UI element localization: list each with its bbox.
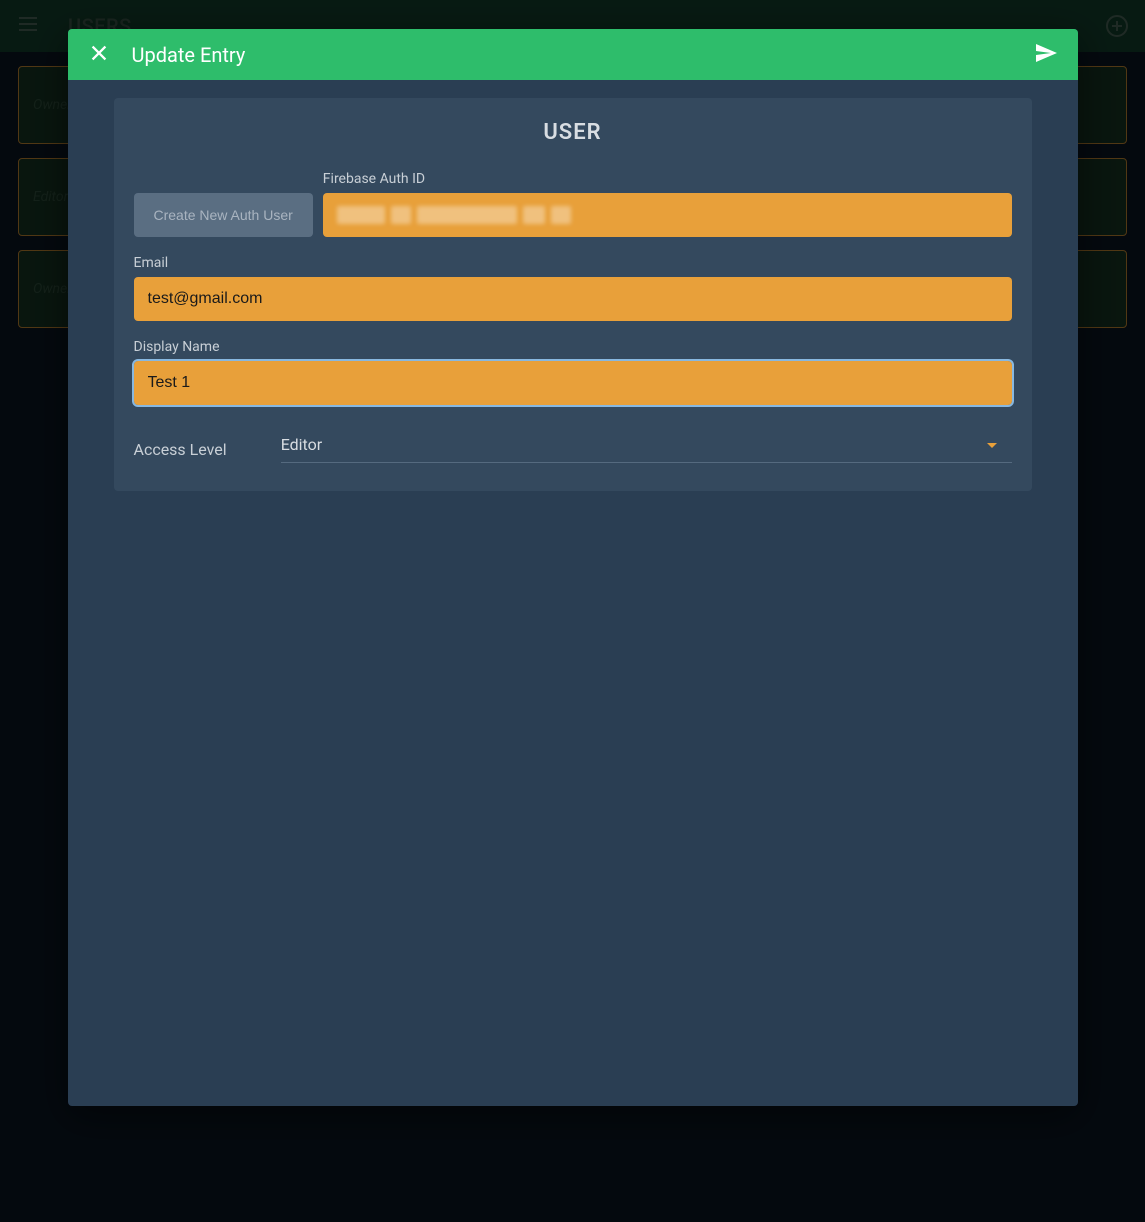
update-entry-modal: Update Entry USER Create New Auth User F…: [68, 29, 1078, 1106]
modal-header: Update Entry: [68, 29, 1078, 80]
display-name-label: Display Name: [134, 339, 1012, 355]
masked-segment: [417, 206, 517, 224]
close-icon[interactable]: [88, 42, 110, 68]
email-label: Email: [134, 255, 1012, 271]
panel-title: USER: [134, 120, 1012, 145]
user-form-panel: USER Create New Auth User Firebase Auth …: [114, 98, 1032, 491]
masked-segment: [391, 206, 411, 224]
access-level-label: Access Level: [134, 440, 227, 459]
firebase-auth-id-field[interactable]: [323, 193, 1012, 237]
modal-overlay[interactable]: Update Entry USER Create New Auth User F…: [0, 0, 1145, 1222]
chevron-down-icon: [986, 437, 998, 456]
masked-segment: [337, 206, 385, 224]
access-level-select[interactable]: Editor: [281, 435, 1012, 463]
send-icon[interactable]: [1034, 41, 1058, 69]
email-field[interactable]: [134, 277, 1012, 321]
create-new-auth-user-button[interactable]: Create New Auth User: [134, 193, 313, 237]
modal-body: USER Create New Auth User Firebase Auth …: [68, 80, 1078, 1106]
masked-segment: [523, 206, 545, 224]
modal-title: Update Entry: [132, 43, 246, 67]
display-name-field[interactable]: [134, 361, 1012, 405]
firebase-auth-id-label: Firebase Auth ID: [323, 171, 1012, 187]
masked-segment: [551, 206, 571, 224]
access-level-value: Editor: [281, 435, 322, 454]
